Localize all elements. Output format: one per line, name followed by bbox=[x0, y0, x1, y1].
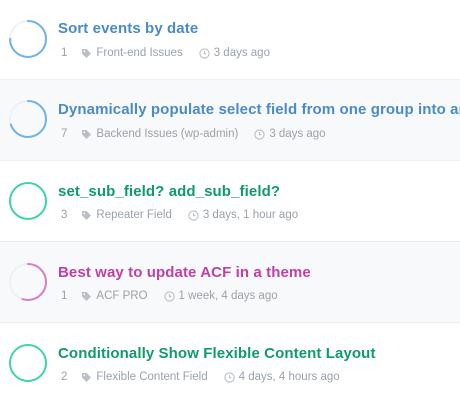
topic-row[interactable]: Best way to update ACF in a theme 1 ACF … bbox=[0, 241, 460, 323]
reply-count: 3 bbox=[61, 209, 68, 221]
topic-title[interactable]: Best way to update ACF in a theme bbox=[58, 264, 311, 281]
tag-icon bbox=[81, 48, 92, 59]
tag-icon bbox=[81, 372, 92, 383]
clock-icon bbox=[223, 371, 235, 383]
category-link[interactable]: Repeater Field bbox=[96, 209, 171, 221]
clock-icon bbox=[199, 47, 210, 59]
topic-meta: 1 Front-end Issues 3 days ago bbox=[61, 47, 270, 59]
topic-list: Sort events by date 1 Front-end Issues 3… bbox=[0, 0, 460, 401]
topic-meta: 1 ACF PRO 1 week, 4 days ago bbox=[61, 290, 278, 302]
timestamp: 3 days ago bbox=[269, 128, 326, 140]
status-ring-icon bbox=[8, 262, 48, 302]
timestamp: 3 days, 1 hour ago bbox=[202, 209, 299, 221]
clock-icon bbox=[188, 209, 199, 221]
category-link[interactable]: Front-end Issues bbox=[96, 47, 182, 59]
category-link[interactable]: Backend Issues (wp-admin) bbox=[96, 128, 238, 140]
reply-count: 7 bbox=[61, 128, 68, 140]
topic-title[interactable]: Dynamically populate select field from o… bbox=[58, 101, 460, 118]
tag-icon bbox=[81, 210, 92, 221]
topic-meta: 3 Repeater Field 3 days, 1 hour ago bbox=[61, 209, 298, 221]
timestamp: 1 week, 4 days ago bbox=[178, 290, 278, 302]
clock-icon bbox=[163, 290, 175, 302]
status-ring-icon bbox=[8, 343, 48, 383]
category-link[interactable]: ACF PRO bbox=[96, 290, 147, 302]
topic-row[interactable]: Dynamically populate select field from o… bbox=[0, 79, 460, 161]
reply-count: 1 bbox=[61, 47, 68, 59]
topic-row[interactable]: Conditionally Show Flexible Content Layo… bbox=[0, 323, 460, 401]
topic-title[interactable]: Sort events by date bbox=[58, 20, 198, 37]
category-link[interactable]: Flexible Content Field bbox=[96, 371, 207, 383]
reply-count: 1 bbox=[61, 290, 68, 302]
timestamp: 4 days, 4 hours ago bbox=[238, 371, 340, 383]
reply-count: 2 bbox=[61, 371, 68, 383]
tag-icon bbox=[81, 291, 92, 302]
topic-title[interactable]: set_sub_field? add_sub_field? bbox=[58, 183, 280, 200]
topic-row[interactable]: Sort events by date 1 Front-end Issues 3… bbox=[0, 0, 460, 80]
topic-meta: 7 Backend Issues (wp-admin) 3 days ago bbox=[61, 128, 326, 140]
topic-row[interactable]: set_sub_field? add_sub_field? 3 Repeater… bbox=[0, 161, 460, 241]
timestamp: 3 days ago bbox=[213, 47, 270, 59]
topic-title[interactable]: Conditionally Show Flexible Content Layo… bbox=[58, 345, 376, 362]
status-ring-icon bbox=[8, 19, 48, 59]
status-ring-icon bbox=[8, 99, 48, 139]
status-ring-icon bbox=[8, 181, 48, 221]
clock-icon bbox=[254, 128, 265, 140]
topic-meta: 2 Flexible Content Field 4 days, 4 hours… bbox=[61, 371, 340, 383]
tag-icon bbox=[81, 129, 92, 140]
